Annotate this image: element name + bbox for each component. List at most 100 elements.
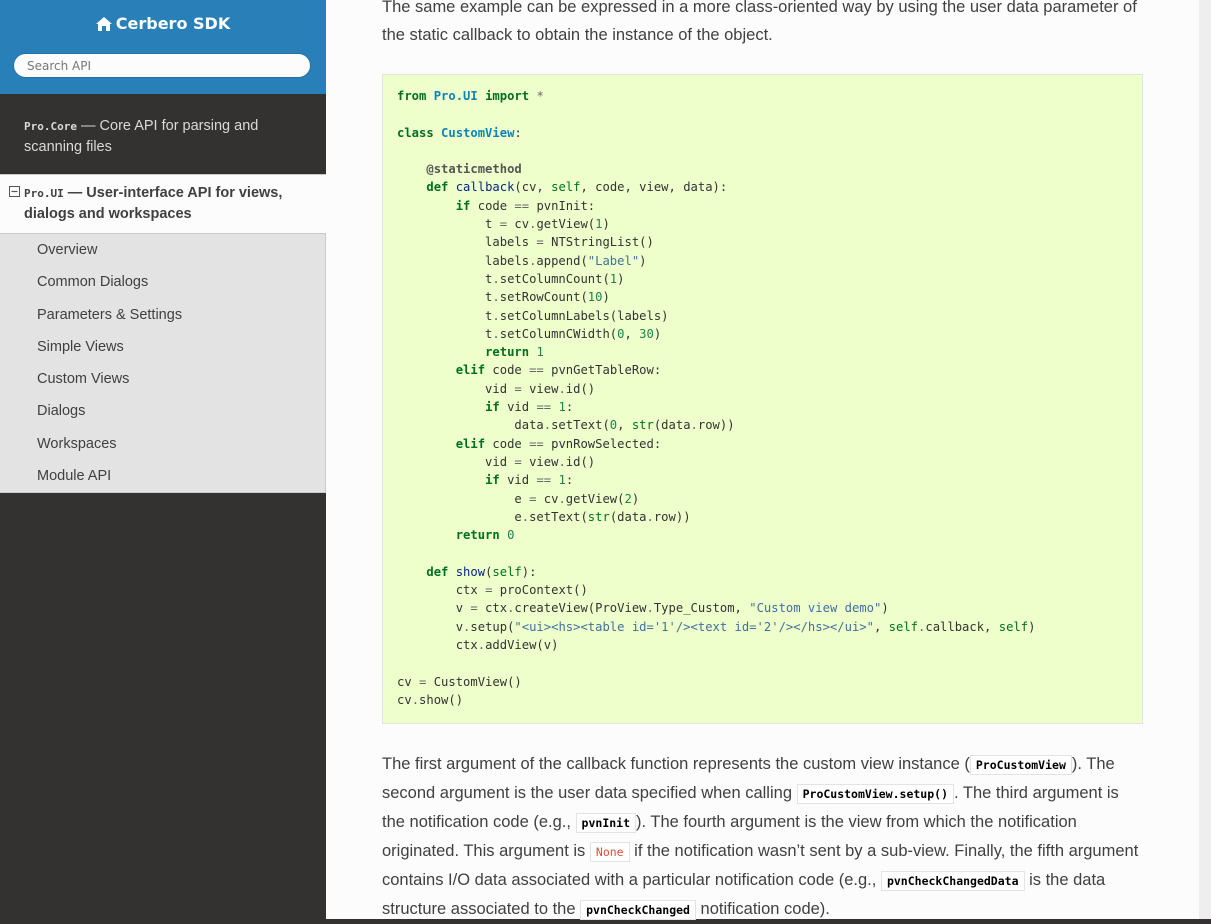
- code-token: ==: [536, 400, 552, 415]
- code-token: e: [397, 491, 530, 506]
- sub-nav-workspaces[interactable]: Workspaces: [0, 427, 326, 461]
- code-token: createView(ProView: [514, 601, 647, 616]
- code-token: str: [587, 509, 610, 524]
- code-token: =: [499, 217, 508, 232]
- code-token: getView(: [536, 217, 596, 232]
- code-token: ): [617, 271, 625, 286]
- nav-item-pro-ui[interactable]: Pro.UI — User-interface API for views, d…: [0, 174, 326, 234]
- code-token: cv: [507, 217, 530, 232]
- code-token: =: [470, 601, 478, 616]
- sidebar: Cerbero SDK Pro.Core — Core API for pars…: [0, 0, 326, 919]
- code-line: vid = view.id(): [397, 380, 1142, 398]
- scrollbar-track[interactable]: [1199, 0, 1211, 919]
- code-token: addView(v): [485, 637, 559, 652]
- code-token: code: [470, 198, 515, 213]
- code-token: t: [397, 271, 493, 286]
- code-token: append(: [536, 253, 588, 268]
- sub-nav-overview[interactable]: Overview: [0, 234, 326, 267]
- code-token: *: [536, 89, 544, 103]
- inline-code: pvnInit: [575, 813, 637, 833]
- code-token: cv: [397, 692, 412, 707]
- code-token: .: [646, 509, 654, 524]
- code-token: getView(: [565, 491, 625, 506]
- code-token: =: [514, 454, 522, 469]
- code-token: v: [397, 601, 471, 616]
- code-token: =: [514, 381, 522, 396]
- code-line: from Pro.UI import *: [397, 87, 1142, 105]
- code-token: v: [397, 619, 464, 634]
- code-token: ): [631, 491, 640, 506]
- nav-item-code: Pro.Core: [24, 120, 77, 133]
- code-token: Pro.UI: [433, 89, 478, 103]
- code-token: =: [536, 235, 544, 250]
- code-token: str: [631, 418, 654, 433]
- code-token: class: [397, 125, 434, 140]
- sub-nav-simple-views[interactable]: Simple Views: [0, 330, 326, 364]
- code-token: def: [426, 564, 449, 579]
- home-icon: [95, 17, 112, 31]
- code-token: view: [521, 454, 559, 469]
- code-token: elif: [455, 436, 486, 451]
- code-token: NTStringList(): [543, 235, 654, 250]
- code-token: self: [888, 619, 919, 634]
- code-token: show(): [419, 692, 464, 707]
- code-token: CustomView: [441, 125, 515, 140]
- code-token: pvnInit:: [529, 198, 596, 213]
- code-token: "Custom view demo": [749, 601, 882, 616]
- code-line: t.setRowCount(10): [397, 288, 1142, 306]
- code-token: if: [455, 198, 471, 213]
- brand-link[interactable]: Cerbero SDK: [0, 13, 326, 35]
- code-line: v.setup("<ui><hs><table id='1'/><text id…: [397, 618, 1142, 636]
- search-input[interactable]: [13, 53, 311, 78]
- sub-nav-parameters-settings[interactable]: Parameters & Settings: [0, 298, 326, 331]
- sub-nav-module-api[interactable]: Module API: [0, 460, 326, 493]
- sub-nav-custom-views[interactable]: Custom Views: [0, 363, 326, 396]
- code-line: elif code == pvnGetTableRow:: [397, 361, 1142, 379]
- code-token: def: [426, 180, 449, 195]
- code-line: def callback(cv, self, code, view, data)…: [397, 178, 1142, 196]
- code-token: , code, view, data):: [580, 180, 728, 195]
- code-token: setText(: [529, 509, 588, 524]
- code-token: cv: [536, 491, 559, 506]
- code-token: show: [455, 564, 486, 579]
- code-token: 2: [624, 491, 632, 506]
- code-token: labels: [397, 235, 537, 250]
- sub-nav-dialogs[interactable]: Dialogs: [0, 395, 326, 428]
- code-token: 30: [639, 326, 654, 341]
- code-line: e = cv.getView(2): [397, 490, 1142, 508]
- code-token: .: [492, 326, 500, 341]
- code-token: (data: [653, 418, 691, 433]
- code-block: from Pro.UI import * class CustomView: @s…: [382, 74, 1143, 724]
- code-token: ): [1028, 619, 1036, 634]
- code-token: (cv,: [514, 180, 552, 195]
- code-token: callback: [455, 180, 515, 195]
- code-token: self: [998, 619, 1029, 634]
- code-token: t: [397, 290, 493, 305]
- code-token: ,: [617, 418, 632, 433]
- sub-nav-common-dialogs[interactable]: Common Dialogs: [0, 266, 326, 299]
- code-token: id(): [565, 381, 596, 396]
- code-line: if code == pvnInit:: [397, 197, 1142, 215]
- code-token: if: [485, 473, 500, 488]
- code-token: 1: [558, 473, 566, 488]
- code-token: .: [477, 637, 486, 652]
- code-token: ): [602, 217, 610, 232]
- nav-item-pro-core[interactable]: Pro.Core — Core API for parsing and scan…: [0, 108, 326, 166]
- code-line: data.setText(0, str(data.row)): [397, 416, 1142, 434]
- inline-code: ProCustomView.setup(): [796, 784, 954, 804]
- collapse-icon[interactable]: [9, 186, 20, 197]
- code-line: v = ctx.createView(ProView.Type_Custom, …: [397, 599, 1142, 617]
- code-token: "<ui><hs><table id='1'/><text id='2'/></…: [514, 619, 874, 634]
- code-token: setColumnCount(: [499, 271, 610, 286]
- code-token: e: [397, 509, 522, 524]
- code-token: code: [485, 436, 530, 451]
- sub-nav: Overview Common Dialogs Parameters & Set…: [0, 234, 326, 494]
- code-line: return 1: [397, 343, 1142, 361]
